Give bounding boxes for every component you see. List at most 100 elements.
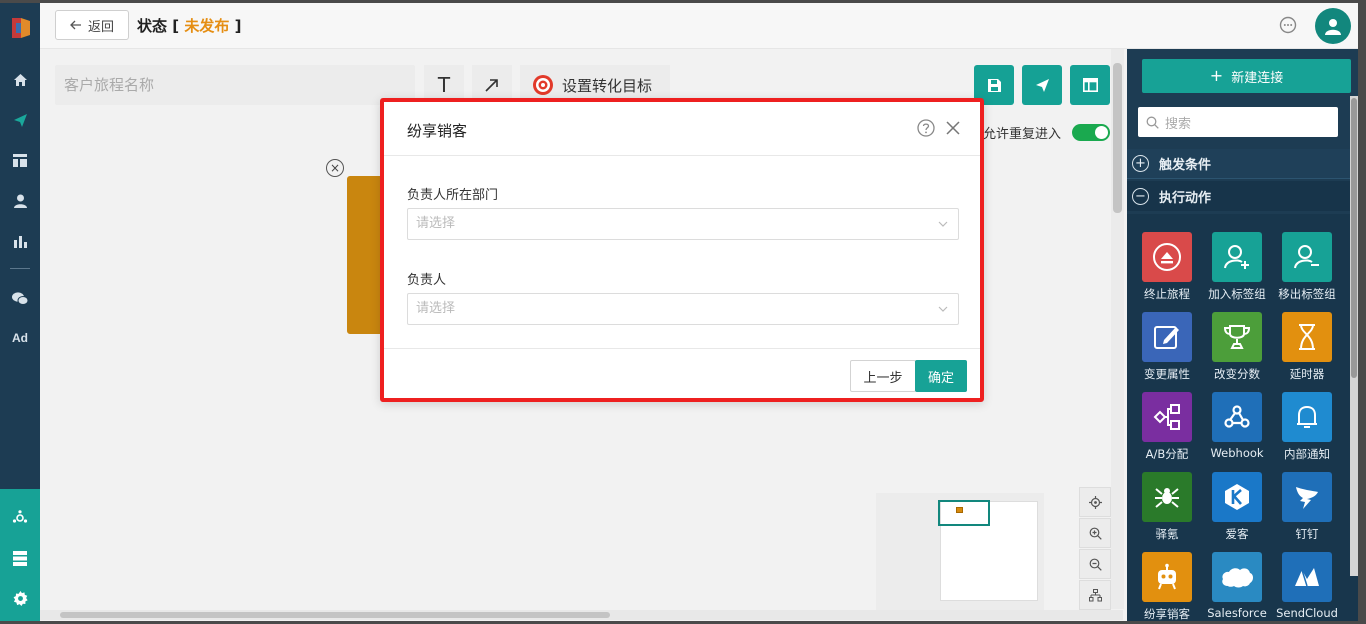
ad-icon[interactable]: Ad: [0, 326, 40, 350]
tile-timer[interactable]: 延时器: [1272, 312, 1342, 382]
tile-remove-tag-group[interactable]: 移出标签组: [1272, 232, 1342, 302]
tile-internal-notification[interactable]: 内部通知: [1272, 392, 1342, 462]
left-nav: Ad: [0, 3, 40, 621]
tile-label: Webhook: [1210, 446, 1264, 460]
spider-icon: [1142, 472, 1192, 522]
arrow-left-icon: [70, 20, 81, 30]
sitemap-button[interactable]: [1079, 580, 1111, 610]
previous-step-button[interactable]: 上一步: [850, 360, 916, 392]
status-bracket-open: [: [172, 17, 180, 35]
tile-sendcloud[interactable]: SendCloud: [1272, 552, 1342, 620]
search-input[interactable]: 搜索: [1138, 107, 1338, 137]
zoom-in-icon: [1089, 527, 1102, 540]
right-panel-scroll-thumb[interactable]: [1351, 98, 1357, 378]
home-icon[interactable]: [0, 68, 40, 92]
arrow-diagonal-icon: [485, 79, 498, 92]
section-label: 触发条件: [1159, 158, 1212, 173]
gear-icon[interactable]: [0, 586, 40, 610]
back-button[interactable]: 返回: [55, 10, 129, 40]
tile-dingtalk[interactable]: 钉钉: [1272, 472, 1342, 542]
tile-label: SendCloud: [1276, 606, 1338, 620]
user-icon[interactable]: [0, 189, 40, 213]
section-trigger-conditions[interactable]: + 触发条件: [1127, 149, 1358, 179]
user-plus-icon: [1212, 232, 1262, 282]
tile-webhook[interactable]: Webhook: [1202, 392, 1272, 460]
owner-select[interactable]: 请选择: [407, 293, 959, 325]
webhook-icon: [1212, 392, 1262, 442]
help-icon[interactable]: [917, 119, 935, 137]
zoom-in-button[interactable]: [1079, 518, 1111, 548]
tile-change-score[interactable]: 改变分数: [1202, 312, 1272, 382]
horizontal-scroll-thumb[interactable]: [60, 612, 610, 618]
right-panel-scrollbar[interactable]: [1350, 96, 1358, 576]
zoom-out-button[interactable]: [1079, 549, 1111, 579]
tile-label: 延时器: [1289, 367, 1325, 381]
tile-change-attribute[interactable]: 变更属性: [1132, 312, 1202, 382]
cloud-icon: [1212, 552, 1262, 602]
tile-label: 驿氪: [1155, 527, 1179, 541]
nav-separator: [10, 268, 30, 269]
department-label: 负责人所在部门: [407, 188, 499, 203]
tile-add-tag-group[interactable]: 加入标签组: [1202, 232, 1272, 302]
tile-yike[interactable]: 驿氪: [1132, 472, 1202, 542]
plus-circle-icon: +: [1132, 155, 1149, 172]
k-logo-icon: [1212, 472, 1262, 522]
bell-icon: [1282, 392, 1332, 442]
tile-fxiaoke[interactable]: 纷享销客: [1132, 552, 1202, 621]
node-close-icon[interactable]: ×: [326, 159, 344, 177]
layout-icon[interactable]: [0, 148, 40, 172]
tile-salesforce[interactable]: Salesforce: [1202, 552, 1272, 620]
chat-icon[interactable]: [1278, 15, 1298, 35]
user-minus-icon: [1282, 232, 1332, 282]
tile-end-journey[interactable]: 终止旅程: [1132, 232, 1202, 302]
server-icon[interactable]: [0, 546, 40, 570]
minimap-viewport[interactable]: [938, 500, 990, 526]
tile-label: 改变分数: [1214, 367, 1260, 381]
minus-circle-icon: −: [1132, 187, 1149, 205]
back-label: 返回: [87, 19, 114, 35]
tile-label: 加入标签组: [1208, 287, 1266, 301]
avatar[interactable]: [1315, 8, 1351, 44]
dialog-title: 纷享销客: [407, 122, 468, 140]
section-actions[interactable]: − 执行动作: [1127, 181, 1358, 211]
status-bracket-close: ]: [234, 17, 242, 35]
tile-label: 内部通知: [1284, 447, 1330, 461]
zoom-out-icon: [1089, 558, 1102, 571]
app-logo: [12, 18, 30, 38]
user-avatar-icon: [1325, 19, 1341, 35]
publish-button[interactable]: [1022, 65, 1062, 105]
bar-chart-icon[interactable]: [0, 229, 40, 253]
wechat-icon[interactable]: [0, 286, 40, 310]
new-connection-button[interactable]: + 新建连接: [1142, 59, 1351, 93]
tile-aike[interactable]: 爱客: [1202, 472, 1272, 542]
paper-plane-icon: [1035, 78, 1049, 92]
floppy-icon: [987, 78, 1001, 92]
close-icon[interactable]: [945, 120, 961, 136]
minimap[interactable]: [876, 493, 1044, 613]
plus-icon: +: [1209, 66, 1224, 85]
department-placeholder: 请选择: [416, 216, 456, 231]
tile-ab-split[interactable]: A/B分配: [1132, 392, 1202, 462]
edit-icon: [1142, 312, 1192, 362]
search-placeholder: 搜索: [1165, 116, 1192, 132]
target-icon: [533, 75, 553, 95]
send-icon[interactable]: [0, 108, 40, 132]
vertical-scroll-thumb[interactable]: [1113, 63, 1122, 213]
allow-reentry-toggle[interactable]: [1072, 124, 1110, 141]
confirm-button[interactable]: 确定: [915, 360, 967, 392]
horizontal-scrollbar[interactable]: [40, 610, 1123, 620]
department-select[interactable]: 请选择: [407, 208, 959, 240]
new-connection-label: 新建连接: [1231, 70, 1284, 86]
robot-icon: [1142, 552, 1192, 602]
locate-button[interactable]: [1079, 487, 1111, 517]
vertical-scrollbar[interactable]: [1111, 49, 1124, 609]
journey-name-input[interactable]: 客户旅程名称: [55, 65, 415, 105]
search-icon: [1146, 116, 1159, 129]
section-label: 执行动作: [1159, 190, 1212, 206]
sitemap-icon: [1088, 588, 1102, 601]
template-button[interactable]: [1070, 65, 1110, 105]
tile-label: A/B分配: [1145, 447, 1189, 461]
owner-label: 负责人: [407, 273, 447, 288]
dingtalk-icon: [1282, 472, 1332, 522]
settings-cluster-icon[interactable]: [0, 506, 40, 530]
